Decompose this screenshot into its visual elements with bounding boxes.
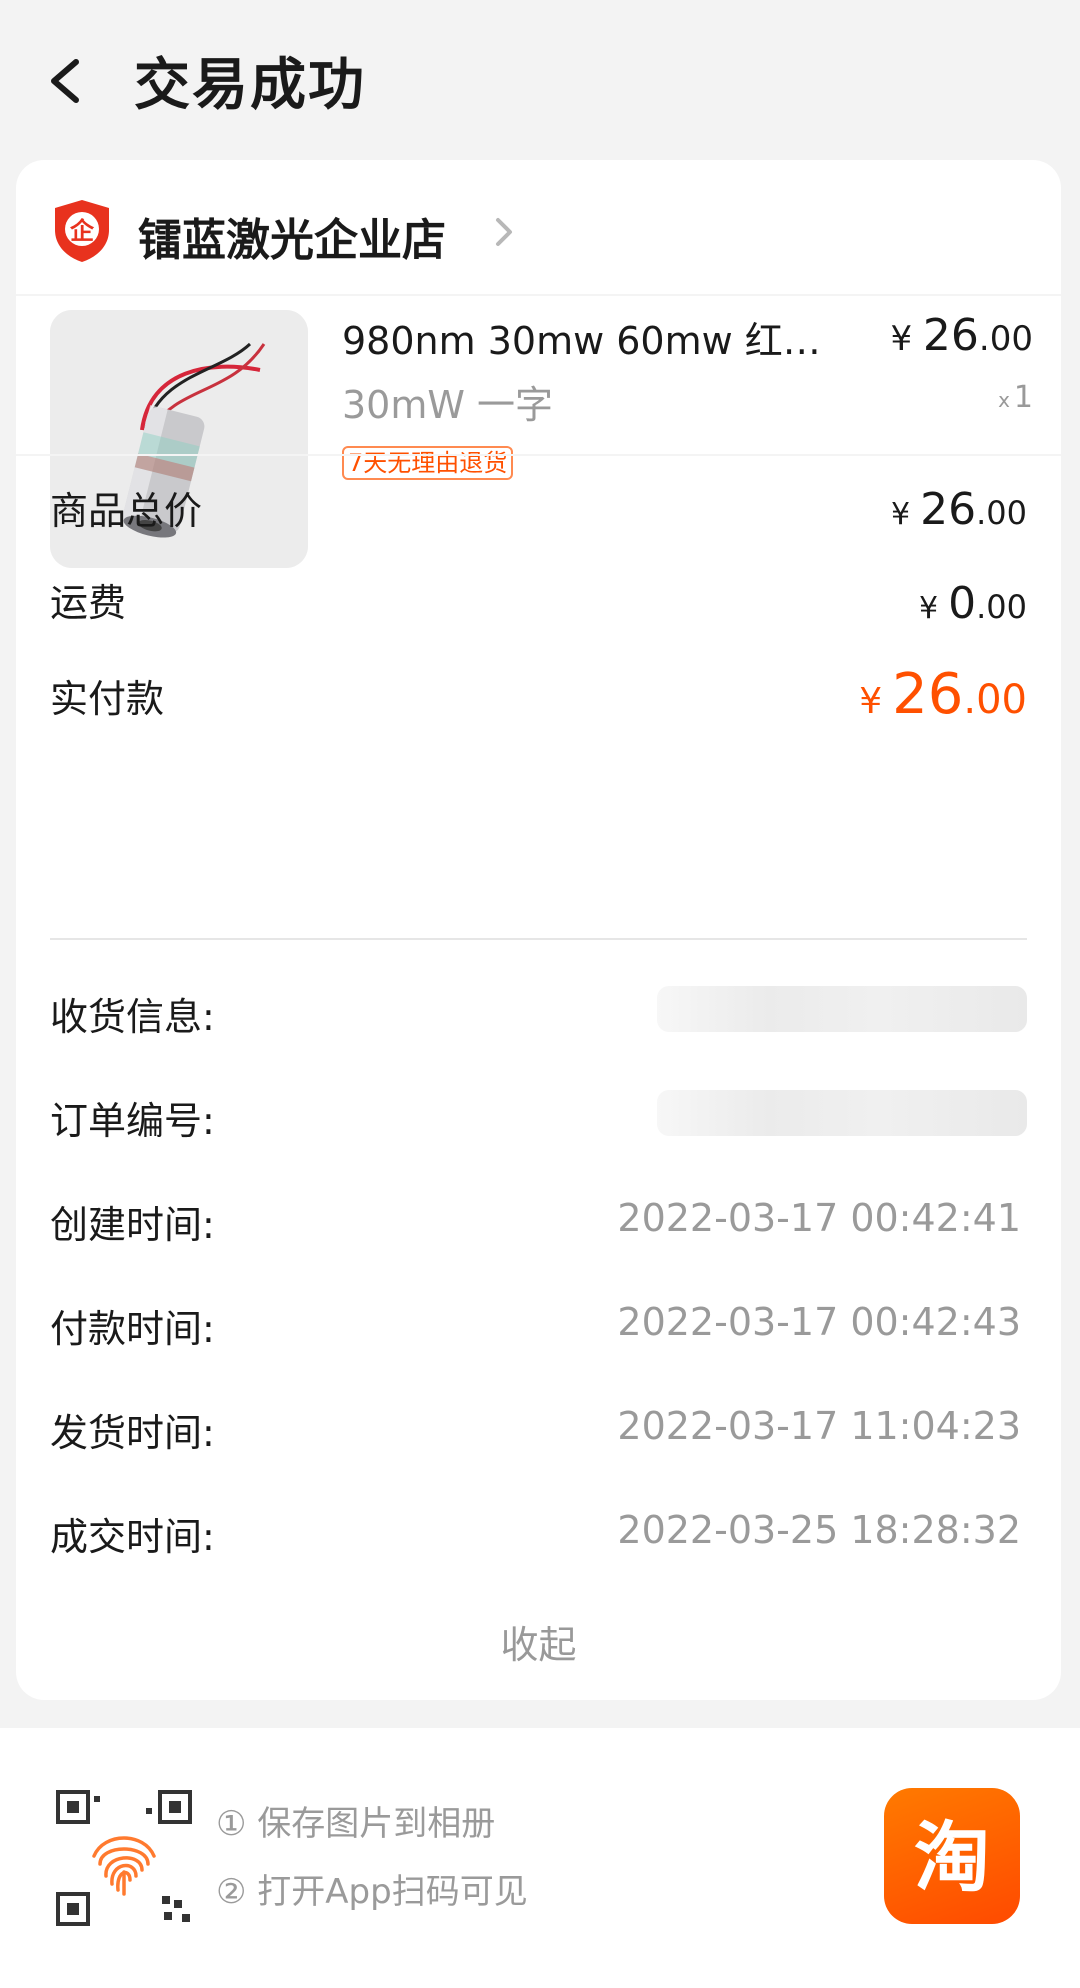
divider xyxy=(16,454,1061,456)
price-int: 26 xyxy=(922,310,979,361)
shipped-time-label: 发货时间: xyxy=(50,1411,215,1455)
goods-total-row: 商品总价 ¥26.00 xyxy=(50,480,1027,540)
hint-save-image: ① 保存图片到相册 xyxy=(216,1804,496,1844)
created-time-label: 创建时间: xyxy=(50,1203,215,1247)
amount-dec: .00 xyxy=(963,677,1027,723)
shipping-value: ¥0.00 xyxy=(919,578,1027,629)
return-policy-badge: 7天无理由退货 xyxy=(342,446,514,480)
amount-dec: .00 xyxy=(976,494,1027,532)
qty-prefix: x xyxy=(998,388,1010,412)
receiver-info-label: 收货信息: xyxy=(50,995,215,1039)
amount-int: 26 xyxy=(920,484,977,535)
order-number-label: 订单编号: xyxy=(50,1099,215,1143)
price-dec: .00 xyxy=(978,319,1033,359)
paid-time-value: 2022-03-17 00:42:43 xyxy=(617,1300,1021,1344)
shipped-time-row: 发货时间: 2022-03-17 11:04:23 xyxy=(50,1402,1027,1462)
shipping-label: 运费 xyxy=(50,581,127,625)
amount-dec: .00 xyxy=(976,588,1027,626)
receiver-info-row[interactable]: 收货信息: xyxy=(50,986,1027,1046)
currency-symbol: ¥ xyxy=(919,591,939,626)
paid-time-label: 付款时间: xyxy=(50,1307,215,1351)
product-title: 980nm 30mw 60mw 红… xyxy=(342,319,821,363)
taobao-app-logo[interactable]: 淘 xyxy=(884,1788,1020,1924)
qr-code-fingerprint-icon xyxy=(54,1788,194,1928)
receiver-info-value-blurred xyxy=(657,986,1027,1032)
paid-row: 实付款 ¥26.00 xyxy=(50,662,1027,728)
created-time-row: 创建时间: 2022-03-17 00:42:41 xyxy=(50,1194,1027,1254)
store-link[interactable]: 企 镭蓝激光企业店 xyxy=(16,160,1061,294)
product-price: ¥ 26.00 xyxy=(890,310,1033,361)
goods-total-value: ¥26.00 xyxy=(891,484,1027,535)
hint-open-app: ② 打开App扫码可见 xyxy=(216,1872,528,1912)
goods-total-label: 商品总价 xyxy=(50,489,203,533)
amount-int: 26 xyxy=(892,662,964,727)
enterprise-shield-icon: 企 xyxy=(52,198,112,264)
paid-value: ¥26.00 xyxy=(859,662,1027,727)
qty-value: 1 xyxy=(1013,380,1033,415)
back-arrow-icon[interactable] xyxy=(42,48,96,114)
order-number-row[interactable]: 订单编号: xyxy=(50,1090,1027,1150)
paid-time-row: 付款时间: 2022-03-17 00:42:43 xyxy=(50,1298,1027,1358)
store-name: 镭蓝激光企业店 xyxy=(138,215,446,266)
paid-label: 实付款 xyxy=(50,677,165,721)
top-bar: 交易成功 xyxy=(0,0,1080,160)
shipped-time-value: 2022-03-17 11:04:23 xyxy=(617,1404,1021,1448)
amount-int: 0 xyxy=(948,578,977,629)
currency-symbol: ¥ xyxy=(891,497,911,532)
price-symbol: ¥ xyxy=(890,319,913,359)
shipping-row: 运费 ¥0.00 xyxy=(50,572,1027,632)
chevron-right-icon xyxy=(492,212,516,252)
divider xyxy=(50,938,1027,940)
order-number-value-blurred xyxy=(657,1090,1027,1136)
collapse-button[interactable]: 收起 xyxy=(16,1614,1061,1669)
completed-time-label: 成交时间: xyxy=(50,1515,215,1559)
product-spec: 30mW 一字 xyxy=(342,383,554,427)
product-quantity: x1 xyxy=(998,380,1033,415)
share-footer: ① 保存图片到相册 ② 打开App扫码可见 淘 xyxy=(0,1728,1080,1988)
created-time-value: 2022-03-17 00:42:41 xyxy=(617,1196,1021,1240)
order-card: 企 镭蓝激光企业店 980nm 30mw 60mw 红… 30mW 一字 7天无… xyxy=(16,160,1061,1700)
currency-symbol: ¥ xyxy=(859,681,883,722)
svg-text:淘: 淘 xyxy=(914,1813,990,1902)
completed-time-row: 成交时间: 2022-03-25 18:28:32 xyxy=(50,1506,1027,1566)
page-title: 交易成功 xyxy=(134,53,366,118)
completed-time-value: 2022-03-25 18:28:32 xyxy=(617,1508,1021,1552)
svg-text:企: 企 xyxy=(70,217,95,245)
